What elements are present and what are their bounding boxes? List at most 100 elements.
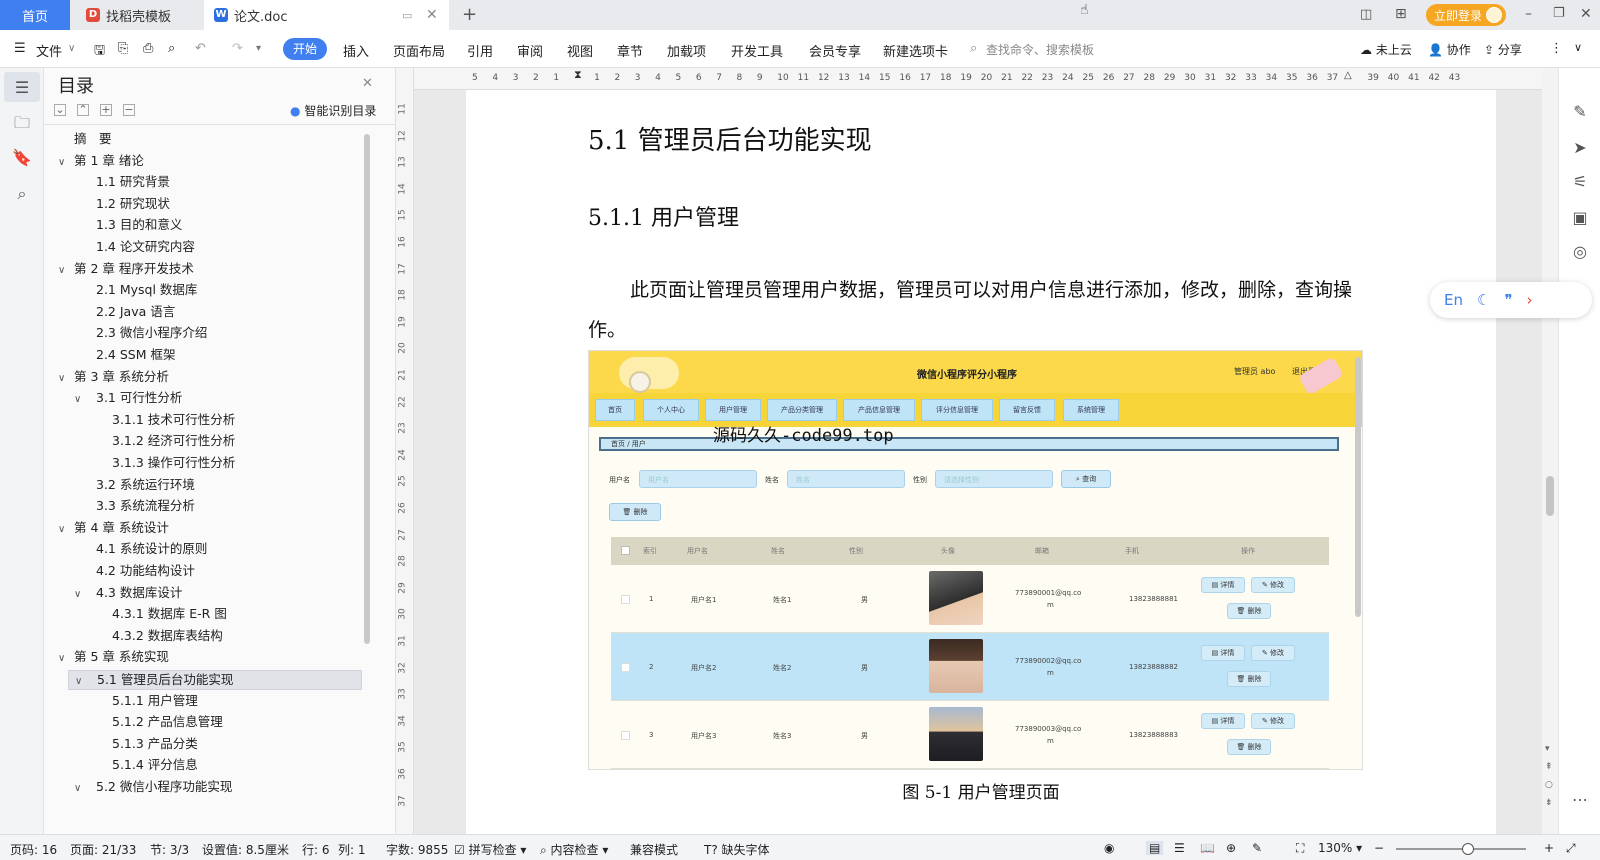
prev-page-icon[interactable]: ⇞ [1545,762,1553,772]
toc-expand-chevron-icon[interactable]: ∨ [75,673,87,691]
outline-view-icon[interactable]: ☰ [1174,841,1185,855]
toc-item[interactable]: 5.1.1 用户管理 [44,692,354,712]
shot-nav-item[interactable]: 用户管理 [705,399,761,421]
menu-member[interactable]: 会员专享 [809,41,861,60]
toc-item[interactable]: 2.1 Mysql 数据库 [44,281,354,301]
image-tool-icon[interactable]: ▣ [1570,208,1590,227]
toc-item[interactable]: 4.2 功能结构设计 [44,562,354,582]
fit-page-icon[interactable]: ⛶ [1296,841,1304,856]
pin-icon[interactable]: ▭ [402,9,412,22]
shot-delete-button[interactable]: 🗑 删除 [609,503,661,521]
toc-item[interactable]: 3.1.2 经济可行性分析 [44,432,354,452]
toc-scrollbar[interactable] [364,134,370,644]
toc-item[interactable]: 1.1 研究背景 [44,173,354,193]
collapse-all-icon[interactable]: ⌄ [54,104,66,116]
toc-item[interactable]: 3.1.3 操作可行性分析 [44,454,354,474]
detail-button[interactable]: ▤ 详情 [1201,645,1245,661]
find-icon[interactable]: ⌕ [12,184,32,204]
location-icon[interactable]: ◎ [1570,242,1590,261]
tab-document[interactable]: W 论文.doc ▭ ✕ [204,0,449,30]
status-page[interactable]: 页面: 21/33 [70,841,136,858]
menu-reference[interactable]: 引用 [467,41,493,60]
status-row[interactable]: 行: 6 [302,841,330,858]
fullscreen-icon[interactable]: ⤢ [1566,841,1576,856]
detail-button[interactable]: ▤ 详情 [1201,577,1245,593]
quote-icon[interactable]: ❞ [1504,291,1512,309]
toc-item[interactable]: ∨ 第 3 章 系统分析 [44,368,354,388]
filter-sex-select[interactable]: 请选择性别 [935,470,1053,488]
menu-insert[interactable]: 插入 [343,41,369,60]
toc-item[interactable]: ∨ 3.1 可行性分析 [44,389,354,409]
more-chevron-icon[interactable]: ▾ [256,43,261,54]
menu-start[interactable]: 开始 [283,38,327,60]
more-options-icon[interactable]: ⋮ [1550,41,1563,56]
restore-icon[interactable]: ❐ [1553,6,1565,21]
menu-chapter[interactable]: 章节 [617,41,643,60]
row-delete-button[interactable]: 🗑 删除 [1227,603,1271,619]
filter-username-input[interactable]: 用户名 [639,470,757,488]
toc-item[interactable]: 5.1.3 产品分类 [44,735,354,755]
toc-item[interactable]: 1.3 目的和意义 [44,216,354,236]
remove-level-icon[interactable]: − [123,104,135,116]
export-pdf-icon[interactable]: ⎘ [118,41,128,56]
status-setting[interactable]: 设置值: 8.5厘米 [202,841,289,858]
status-pagecode[interactable]: 页码: 16 [10,841,57,858]
toc-item[interactable]: ∨ 第 4 章 系统设计 [44,519,354,539]
collab-button[interactable]: 👤 协作 [1428,41,1471,58]
scroll-down-icon[interactable]: ▾ [1545,744,1550,754]
page-view-icon[interactable]: ▤ [1146,841,1164,855]
table-row[interactable]: 2 用户名2 姓名2 男 773890002@qq.co m 138238888… [611,633,1329,701]
toc-expand-chevron-icon[interactable]: ∨ [58,154,70,172]
spell-check-button[interactable]: ☑ 拼写检查 ▾ [454,841,526,858]
table-row[interactable]: 1 用户名1 姓名1 男 773890001@qq.co m 138238888… [611,565,1329,633]
toc-item[interactable]: 4.3.1 数据库 E-R 图 [44,605,354,625]
menu-review[interactable]: 审阅 [517,41,543,60]
toc-item[interactable]: ∨ 5.1 管理员后台功能实现 [68,670,362,690]
document-scrollbar[interactable]: ▾ ⇞ ○ ⇟ [1542,68,1558,834]
toc-expand-chevron-icon[interactable]: ∨ [58,521,70,539]
more-dots-icon[interactable]: ⋯ [1570,790,1590,809]
next-page-icon[interactable]: ⇟ [1545,798,1553,808]
toc-item[interactable]: ∨ 第 1 章 绪论 [44,152,354,172]
detail-button[interactable]: ▤ 详情 [1201,713,1245,729]
redo-icon[interactable]: ↷ [232,41,243,56]
toc-item[interactable]: ∨ 4.3 数据库设计 [44,584,354,604]
row-checkbox[interactable] [621,595,630,604]
edit-button[interactable]: ✎ 修改 [1251,713,1295,729]
edit-pen-icon[interactable]: ✎ [1570,102,1590,121]
tab-template[interactable]: D 找稻壳模板 [72,0,202,30]
toc-expand-chevron-icon[interactable]: ∨ [58,262,70,280]
cloud-status[interactable]: ☁ 未上云 [1360,41,1412,58]
print-preview-icon[interactable]: ⌕ [168,41,175,56]
undo-icon[interactable]: ↶ [195,41,206,56]
toc-item[interactable]: 2.3 微信小程序介绍 [44,324,354,344]
zoom-out-icon[interactable]: − [1374,841,1384,855]
smart-toc-button[interactable]: ● 智能识别目录 [290,102,376,119]
menu-file[interactable]: 文件 [36,41,62,60]
toc-item[interactable]: 5.1.4 评分信息 [44,756,354,776]
toc-item[interactable]: 2.2 Java 语言 [44,303,354,323]
toc-item[interactable]: ∨ 5.2 微信小程序功能实现 [44,778,354,798]
eye-protect-icon[interactable]: ◉ [1104,841,1114,855]
expand-all-icon[interactable]: ⌃ [77,104,89,116]
row-delete-button[interactable]: 🗑 删除 [1227,671,1271,687]
indent-marker-icon[interactable]: ⧗ [574,68,582,82]
menu-developer[interactable]: 开发工具 [731,41,783,60]
read-view-icon[interactable]: 📖 [1200,841,1215,855]
missing-font-button[interactable]: T? 缺失字体 [704,841,770,858]
toc-item[interactable]: 3.1.1 技术可行性分析 [44,411,354,431]
toc-item[interactable]: ∨ 第 2 章 程序开发技术 [44,260,354,280]
document-page[interactable]: 5.1 管理员后台功能实现 5.1.1 用户管理 此页面让管理员管理用户数据，管… [466,90,1496,834]
shot-nav-item[interactable]: 评分信息管理 [921,399,993,421]
shot-search-button[interactable]: ⌕ 查询 [1061,470,1111,488]
toc-expand-chevron-icon[interactable]: ∨ [74,391,86,409]
close-panel-icon[interactable]: ✕ [362,76,373,91]
zoom-slider-track[interactable] [1396,848,1526,850]
toc-expand-chevron-icon[interactable]: ∨ [58,650,70,668]
content-check-button[interactable]: ⌕ 内容检查 ▾ [540,841,608,858]
select-pointer-icon[interactable]: ➤ [1570,138,1590,157]
shot-nav-item[interactable]: 产品信息管理 [843,399,915,421]
filter-name-input[interactable]: 姓名 [787,470,905,488]
toc-expand-chevron-icon[interactable]: ∨ [74,586,86,604]
chevron-right-icon[interactable]: › [1527,291,1533,309]
